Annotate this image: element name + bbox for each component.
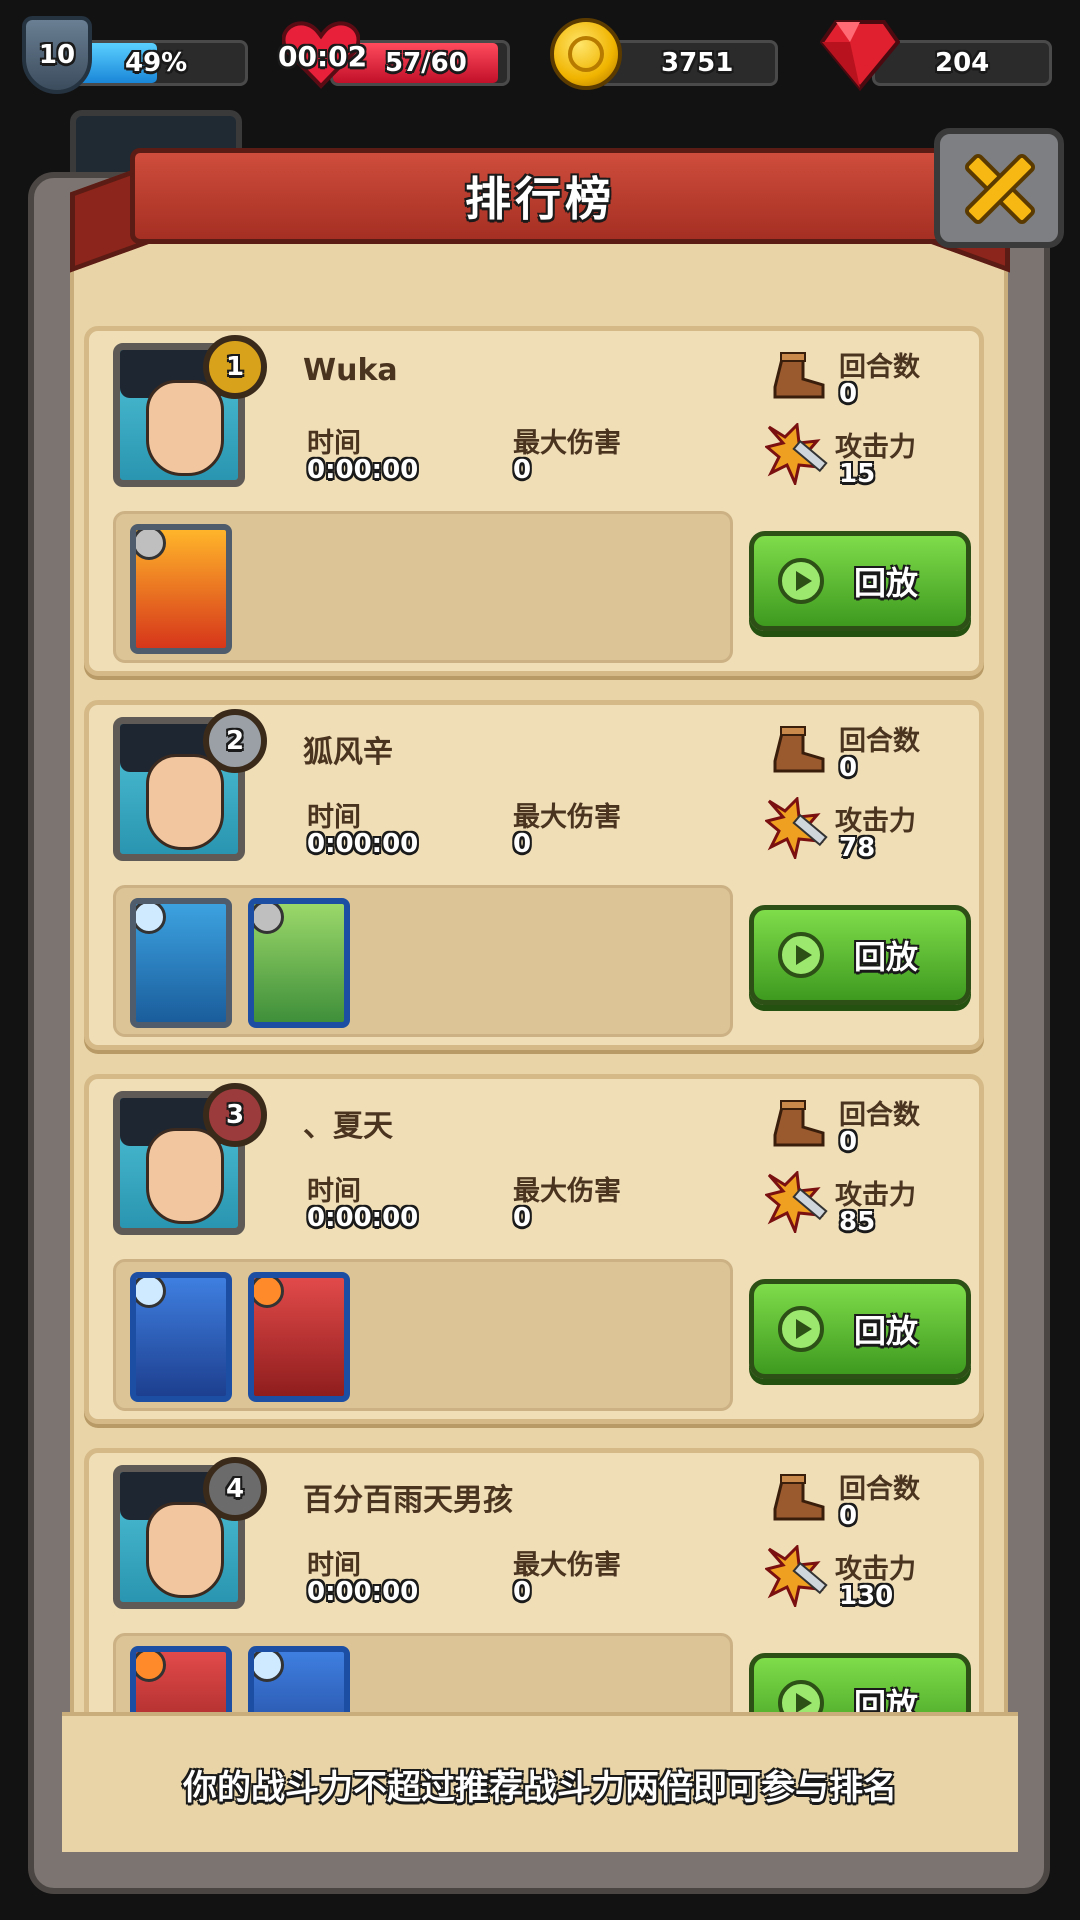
rank-number: 2: [225, 726, 245, 756]
player-level: 10: [38, 40, 76, 70]
replay-button[interactable]: 回放: [749, 1279, 971, 1379]
player-name: 狐风辛: [303, 735, 393, 770]
avatar-face: [146, 754, 224, 850]
max-damage-value: 0: [513, 829, 532, 859]
element-icon: [254, 904, 284, 934]
sword-icon: [765, 797, 828, 859]
boot-icon: [773, 1474, 825, 1521]
rank-card: 2 狐风辛 时间 0:00:00 最大伤害 0 回合数 0 攻击力 78 回放: [84, 700, 984, 1050]
sword-icon: [765, 1171, 828, 1233]
avatar-face: [146, 1128, 224, 1224]
rank-number: 1: [225, 352, 245, 382]
max-damage-value: 0: [513, 1577, 532, 1607]
avatar-face: [146, 1502, 224, 1598]
rank-badge: 4: [203, 1457, 267, 1521]
time-value: 0:00:00: [307, 829, 419, 859]
attack-value: 78: [839, 833, 876, 863]
avatar-face: [146, 380, 224, 476]
stamina-timer: 00:02: [278, 40, 368, 73]
rounds-value: 0: [839, 753, 858, 783]
team-slots: [113, 511, 733, 663]
gem-count: 204: [935, 48, 990, 78]
replay-button[interactable]: 回放: [749, 531, 971, 631]
coin-count: 3751: [661, 48, 734, 78]
rank-card: 3 、夏天 时间 0:00:00 最大伤害 0 回合数 0 攻击力 85 回放: [84, 1074, 984, 1424]
team-slots: [113, 885, 733, 1037]
rounds-value: 0: [839, 1127, 858, 1157]
element-icon: [254, 1278, 284, 1308]
hero-card[interactable]: [130, 898, 232, 1028]
player-name: Wuka: [303, 353, 398, 388]
hero-card[interactable]: [248, 1272, 350, 1402]
replay-button[interactable]: 回放: [749, 905, 971, 1005]
player-name: 百分百雨天男孩: [303, 1483, 513, 1518]
rounds-value: 0: [839, 1501, 858, 1531]
replay-label: 回放: [854, 564, 919, 602]
play-icon: [778, 558, 824, 604]
play-icon: [778, 1306, 824, 1352]
panel-title: 排行榜: [465, 172, 615, 226]
level-shield-icon[interactable]: 10: [22, 16, 92, 94]
hero-card[interactable]: [130, 524, 232, 654]
time-value: 0:00:00: [307, 455, 419, 485]
attack-value: 15: [839, 459, 876, 489]
xp-percent: 49%: [125, 48, 188, 78]
element-icon: [136, 1278, 166, 1308]
rank-number: 4: [225, 1474, 245, 1504]
element-icon: [136, 530, 166, 560]
stamina-value: 57/60: [385, 48, 467, 78]
player-name: 、夏天: [303, 1109, 393, 1144]
coin-icon[interactable]: [550, 18, 622, 90]
close-button[interactable]: [934, 128, 1064, 248]
hero-card[interactable]: [130, 1272, 232, 1402]
sword-icon: [765, 1545, 828, 1607]
coin-bar: 3751: [598, 40, 778, 86]
play-icon: [778, 932, 824, 978]
replay-label: 回放: [854, 1312, 919, 1350]
xp-bar: 49%: [70, 40, 248, 86]
rounds-value: 0: [839, 379, 858, 409]
rank-number: 3: [225, 1100, 245, 1130]
rank-card: 1 Wuka 时间 0:00:00 最大伤害 0 回合数 0 攻击力 15 回放: [84, 326, 984, 676]
rank-badge: 3: [203, 1083, 267, 1147]
boot-icon: [773, 352, 825, 399]
hero-card[interactable]: [248, 898, 350, 1028]
title-ribbon: 排行榜: [70, 148, 1010, 278]
rank-badge: 2: [203, 709, 267, 773]
max-damage-value: 0: [513, 1203, 532, 1233]
attack-value: 85: [839, 1207, 876, 1237]
rank-badge: 1: [203, 335, 267, 399]
top-hud: 49% 10 57/60 00:02 3751 204: [0, 0, 1080, 110]
boot-icon: [773, 1100, 825, 1147]
team-slots: [113, 1259, 733, 1411]
element-icon: [136, 1652, 166, 1682]
element-icon: [136, 904, 166, 934]
time-value: 0:00:00: [307, 1577, 419, 1607]
ribbon-body: 排行榜: [130, 148, 950, 244]
replay-label: 回放: [854, 938, 919, 976]
ranking-notice: 你的战斗力不超过推荐战斗力两倍即可参与排名: [62, 1712, 1018, 1852]
max-damage-value: 0: [513, 455, 532, 485]
element-icon: [254, 1652, 284, 1682]
time-value: 0:00:00: [307, 1203, 419, 1233]
gem-icon[interactable]: [820, 16, 900, 92]
sword-icon: [765, 423, 828, 485]
boot-icon: [773, 726, 825, 773]
attack-value: 130: [839, 1581, 894, 1611]
